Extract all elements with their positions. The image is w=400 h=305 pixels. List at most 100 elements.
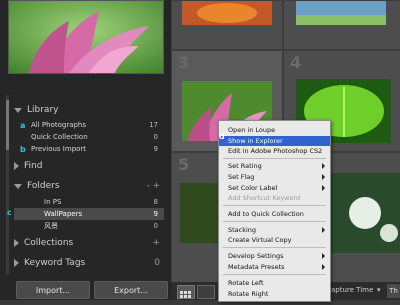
menu-item-set-rating[interactable]: Set Rating [219, 161, 330, 171]
folder-count: 9 [153, 210, 158, 218]
library-section-header[interactable]: Library [14, 102, 164, 118]
annotation-marker-d: d [219, 132, 225, 141]
photo-thumbnail [296, 1, 386, 25]
folders-section-header[interactable]: Folders - + [14, 178, 164, 194]
import-button[interactable]: Import... [16, 281, 90, 299]
collections-title: Collections [24, 238, 74, 248]
menu-item-open-in-loupe[interactable]: Open in Loupe [219, 125, 330, 135]
cell-index: 5 [178, 155, 190, 174]
menu-item-label: Set Color Label [228, 184, 278, 192]
annotation-marker-a: a [20, 120, 26, 130]
folder-item-fengjing[interactable]: 风景 0 [14, 220, 164, 232]
folder-count: 0 [153, 222, 158, 230]
menu-item-create-virtual-copy[interactable]: Create Virtual Copy [219, 235, 330, 245]
folder-item-in-ps[interactable]: In PS 8 [14, 196, 164, 208]
submenu-arrow-icon [322, 174, 325, 180]
menu-item-add-shortcut-keyword: Add Shortcut Keyword [219, 193, 330, 203]
panel-scrollbar-thumb[interactable] [6, 100, 9, 150]
menu-item-rotate-left[interactable]: Rotate Left [219, 278, 330, 288]
menu-item-label: Show in Explorer [228, 137, 283, 145]
photo-thumbnail [180, 183, 220, 243]
submenu-arrow-icon [322, 163, 325, 169]
navigator-preview [8, 0, 164, 74]
menu-separator [223, 205, 326, 206]
menu-item-label: Open in Loupe [228, 126, 276, 134]
export-button[interactable]: Export... [94, 281, 168, 299]
submenu-arrow-icon [322, 185, 325, 191]
cell-index: 3 [178, 53, 190, 72]
menu-item-label: Rotate Left [228, 279, 264, 287]
collapse-triangle-icon [14, 183, 22, 189]
menu-item-label: Set Flag [228, 173, 255, 181]
menu-item-set-color-label[interactable]: Set Color Label [219, 183, 330, 193]
library-item-quick-collection[interactable]: Quick Collection 0 [14, 131, 164, 143]
left-panel: Library a All Photographs 17 Quick Colle… [0, 0, 171, 300]
photo-thumbnail-dandelion [329, 173, 400, 253]
menu-item-set-flag[interactable]: Set Flag [219, 172, 330, 182]
menu-item-label: Develop Settings [228, 252, 284, 260]
grid-view-button[interactable] [177, 285, 195, 299]
keyword-tags-title: Keyword Tags [24, 258, 86, 268]
library-item-count: 0 [153, 133, 158, 141]
menu-item-label: Edit in Adobe Photoshop CS2 [228, 147, 323, 155]
folder-label: WallPapers [44, 210, 83, 218]
library-item-count: 9 [153, 145, 158, 153]
menu-item-label: Stacking [228, 226, 257, 234]
expand-triangle-icon [14, 259, 19, 267]
annotation-marker-c: c [7, 208, 12, 217]
keyword-tags-section-header[interactable]: Keyword Tags 0 [14, 255, 164, 271]
grid-view-icon [180, 291, 191, 298]
submenu-arrow-icon [322, 253, 325, 259]
menu-item-edit-in-photoshop[interactable]: Edit in Adobe Photoshop CS2 [219, 146, 330, 156]
cell-index: 4 [290, 53, 302, 72]
library-item-all-photographs[interactable]: a All Photographs 17 [14, 119, 164, 131]
menu-separator [223, 274, 326, 275]
folder-label: 风景 [44, 222, 58, 230]
menu-item-label: Rotate Right [228, 290, 269, 298]
loupe-view-button[interactable] [197, 285, 215, 299]
menu-separator [223, 247, 326, 248]
menu-item-develop-settings[interactable]: Develop Settings [219, 251, 330, 261]
sort-order-label[interactable]: apture Time [331, 286, 373, 294]
menu-item-label: Add to Quick Collection [228, 210, 304, 218]
menu-separator [223, 221, 326, 222]
menu-item-show-in-explorer[interactable]: Show in Explorer [219, 136, 330, 146]
remove-folder-button[interactable]: - [147, 181, 150, 191]
submenu-arrow-icon [322, 264, 325, 270]
photo-cell[interactable] [171, 0, 283, 50]
menu-item-label: Add Shortcut Keyword [228, 194, 301, 202]
find-section-header[interactable]: Find [14, 158, 164, 174]
keyword-tags-count: 0 [154, 258, 160, 268]
library-item-previous-import[interactable]: b Previous Import 9 [14, 143, 164, 155]
context-menu: Open in Loupe Show in Explorer Edit in A… [218, 120, 331, 302]
menu-item-stacking[interactable]: Stacking [219, 225, 330, 235]
folders-title: Folders [27, 181, 60, 191]
menu-item-add-to-quick-collection[interactable]: Add to Quick Collection [219, 209, 330, 219]
menu-item-label: Create Virtual Copy [228, 236, 292, 244]
annotation-marker-b: b [20, 144, 26, 154]
photo-cell[interactable] [283, 0, 400, 50]
find-title: Find [24, 161, 43, 171]
thumbnail-slider-label[interactable]: Th [387, 284, 400, 298]
add-collection-button[interactable]: + [152, 238, 160, 248]
submenu-arrow-icon [322, 227, 325, 233]
menu-item-metadata-presets[interactable]: Metadata Presets [219, 262, 330, 272]
photo-thumbnail [182, 1, 272, 25]
collapse-triangle-icon [14, 107, 22, 113]
expand-triangle-icon [14, 239, 19, 247]
library-item-label: Quick Collection [31, 133, 88, 141]
preview-image [9, 1, 163, 73]
menu-item-label: Set Rating [228, 162, 262, 170]
menu-item-label: Metadata Presets [228, 263, 285, 271]
menu-separator [223, 158, 326, 159]
library-item-count: 17 [149, 121, 158, 129]
add-folder-button[interactable]: + [152, 181, 160, 191]
library-title: Library [27, 105, 59, 115]
expand-triangle-icon [14, 162, 19, 170]
sort-dropdown-chevron-icon[interactable]: ▾ [377, 286, 381, 294]
folder-count: 8 [153, 198, 158, 206]
collections-section-header[interactable]: Collections + [14, 235, 164, 251]
menu-item-rotate-right[interactable]: Rotate Right [219, 289, 330, 299]
folder-label: In PS [44, 198, 62, 206]
folder-item-wallpapers[interactable]: WallPapers 9 [14, 208, 164, 220]
